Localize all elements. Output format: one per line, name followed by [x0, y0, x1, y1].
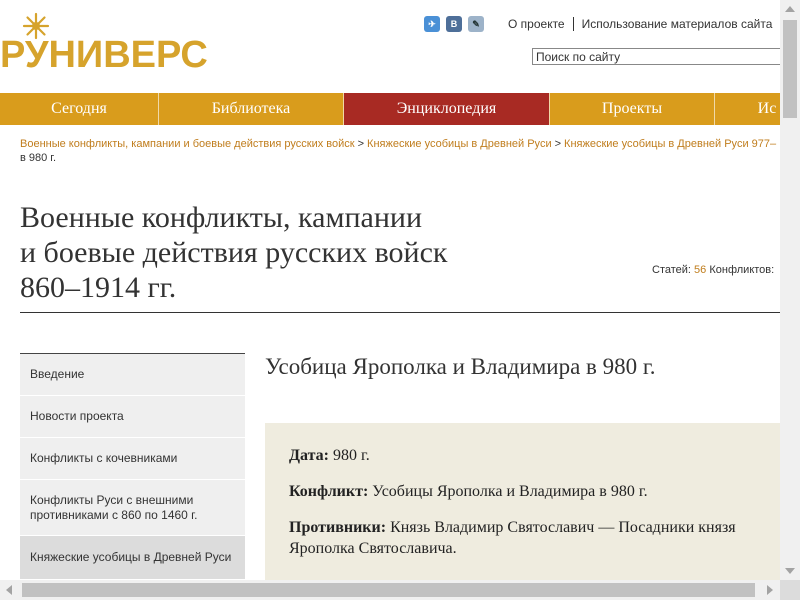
top-link-about[interactable]: О проекте	[500, 17, 574, 31]
stats-conflicts-label: Конфликтов:	[709, 264, 775, 276]
conflict-value: Усобицы Ярополка и Владимира в 980 г.	[372, 483, 648, 500]
stats-articles-count[interactable]: 56	[694, 264, 706, 276]
search-input[interactable]	[532, 48, 780, 65]
vertical-scrollbar[interactable]	[780, 0, 800, 580]
scroll-down-icon[interactable]	[785, 568, 795, 574]
sidebar-item-intro[interactable]: Введение	[20, 354, 245, 396]
horizontal-scroll-thumb[interactable]	[22, 583, 755, 597]
social-links: ✈ B ✎	[424, 16, 484, 32]
nav-item-encyclopedia[interactable]: Энциклопедия	[344, 93, 550, 125]
sidebar-item-strife[interactable]: Княжеские усобицы в Древней Руси	[20, 536, 245, 580]
top-link-usage[interactable]: Использование материалов сайта	[574, 17, 780, 31]
scroll-right-icon[interactable]	[767, 585, 773, 595]
breadcrumb-link-strife-977[interactable]: Княжеские усобицы в Древней Руси 977–	[564, 138, 776, 150]
horizontal-scrollbar[interactable]	[0, 580, 780, 600]
top-links: О проекте Использование материалов сайта…	[500, 17, 780, 31]
nav-item-history[interactable]: Ис	[715, 93, 780, 125]
breadcrumb-link-conflicts[interactable]: Военные конфликты, кампании и боевые дей…	[20, 138, 355, 150]
sidebar-item-nomads[interactable]: Конфликты с кочевниками	[20, 438, 245, 480]
sidebar-menu: Введение Новости проекта Конфликты с коч…	[20, 353, 245, 580]
stats-articles-label: Статей:	[652, 264, 691, 276]
conflict-info-box: Дата: 980 г. Конфликт: Усобицы Ярополка …	[265, 423, 780, 580]
page-title-line: 860–1914 гг.	[20, 271, 177, 304]
nav-item-library[interactable]: Библиотека	[159, 93, 344, 125]
title-divider	[20, 312, 780, 313]
article-title: Усобица Ярополка и Владимира в 980 г.	[265, 354, 656, 379]
page-title: Военные конфликты, кампании и боевые дей…	[20, 200, 580, 305]
vertical-scroll-thumb[interactable]	[783, 20, 797, 118]
date-label: Дата:	[289, 447, 329, 464]
scrollbar-corner	[780, 580, 800, 600]
page-title-line: и боевые действия русских войск	[20, 236, 448, 269]
logo-text: РУНИВЕРС	[0, 34, 208, 76]
date-value: 980 г.	[332, 447, 370, 464]
breadcrumb-separator: >	[357, 138, 365, 150]
main-nav: Сегодня Библиотека Энциклопедия Проекты …	[0, 93, 780, 125]
info-row-date: Дата: 980 г.	[289, 445, 771, 466]
scroll-up-icon[interactable]	[785, 6, 795, 12]
breadcrumb-separator: >	[554, 138, 562, 150]
project-stats: Статей: 56 Конфликтов:	[652, 264, 774, 276]
page-title-line: Военные конфликты, кампании	[20, 201, 422, 234]
sidebar-item-external[interactable]: Конфликты Руси с внешними противниками с…	[20, 480, 245, 536]
nav-item-projects[interactable]: Проекты	[550, 93, 715, 125]
site-logo[interactable]: РУНИВЕРС	[0, 12, 210, 76]
opponents-label: Противники:	[289, 519, 387, 536]
sidebar-item-news[interactable]: Новости проекта	[20, 396, 245, 438]
info-row-conflict: Конфликт: Усобицы Ярополка и Владимира в…	[289, 481, 771, 502]
scroll-left-icon[interactable]	[6, 585, 12, 595]
breadcrumb-current: в 980 г.	[20, 152, 57, 164]
vk-icon[interactable]: B	[446, 16, 462, 32]
page-viewport: РУНИВЕРС ✈ B ✎ О проекте Использование м…	[0, 0, 780, 580]
breadcrumb-link-strife[interactable]: Княжеские усобицы в Древней Руси	[367, 138, 552, 150]
breadcrumb: Военные конфликты, кампании и боевые дей…	[20, 137, 780, 165]
nav-item-today[interactable]: Сегодня	[0, 93, 159, 125]
info-row-opponents: Противники: Князь Владимир Святославич —…	[289, 517, 771, 559]
conflict-label: Конфликт:	[289, 483, 369, 500]
livejournal-icon[interactable]: ✎	[468, 16, 484, 32]
telegram-icon[interactable]: ✈	[424, 16, 440, 32]
